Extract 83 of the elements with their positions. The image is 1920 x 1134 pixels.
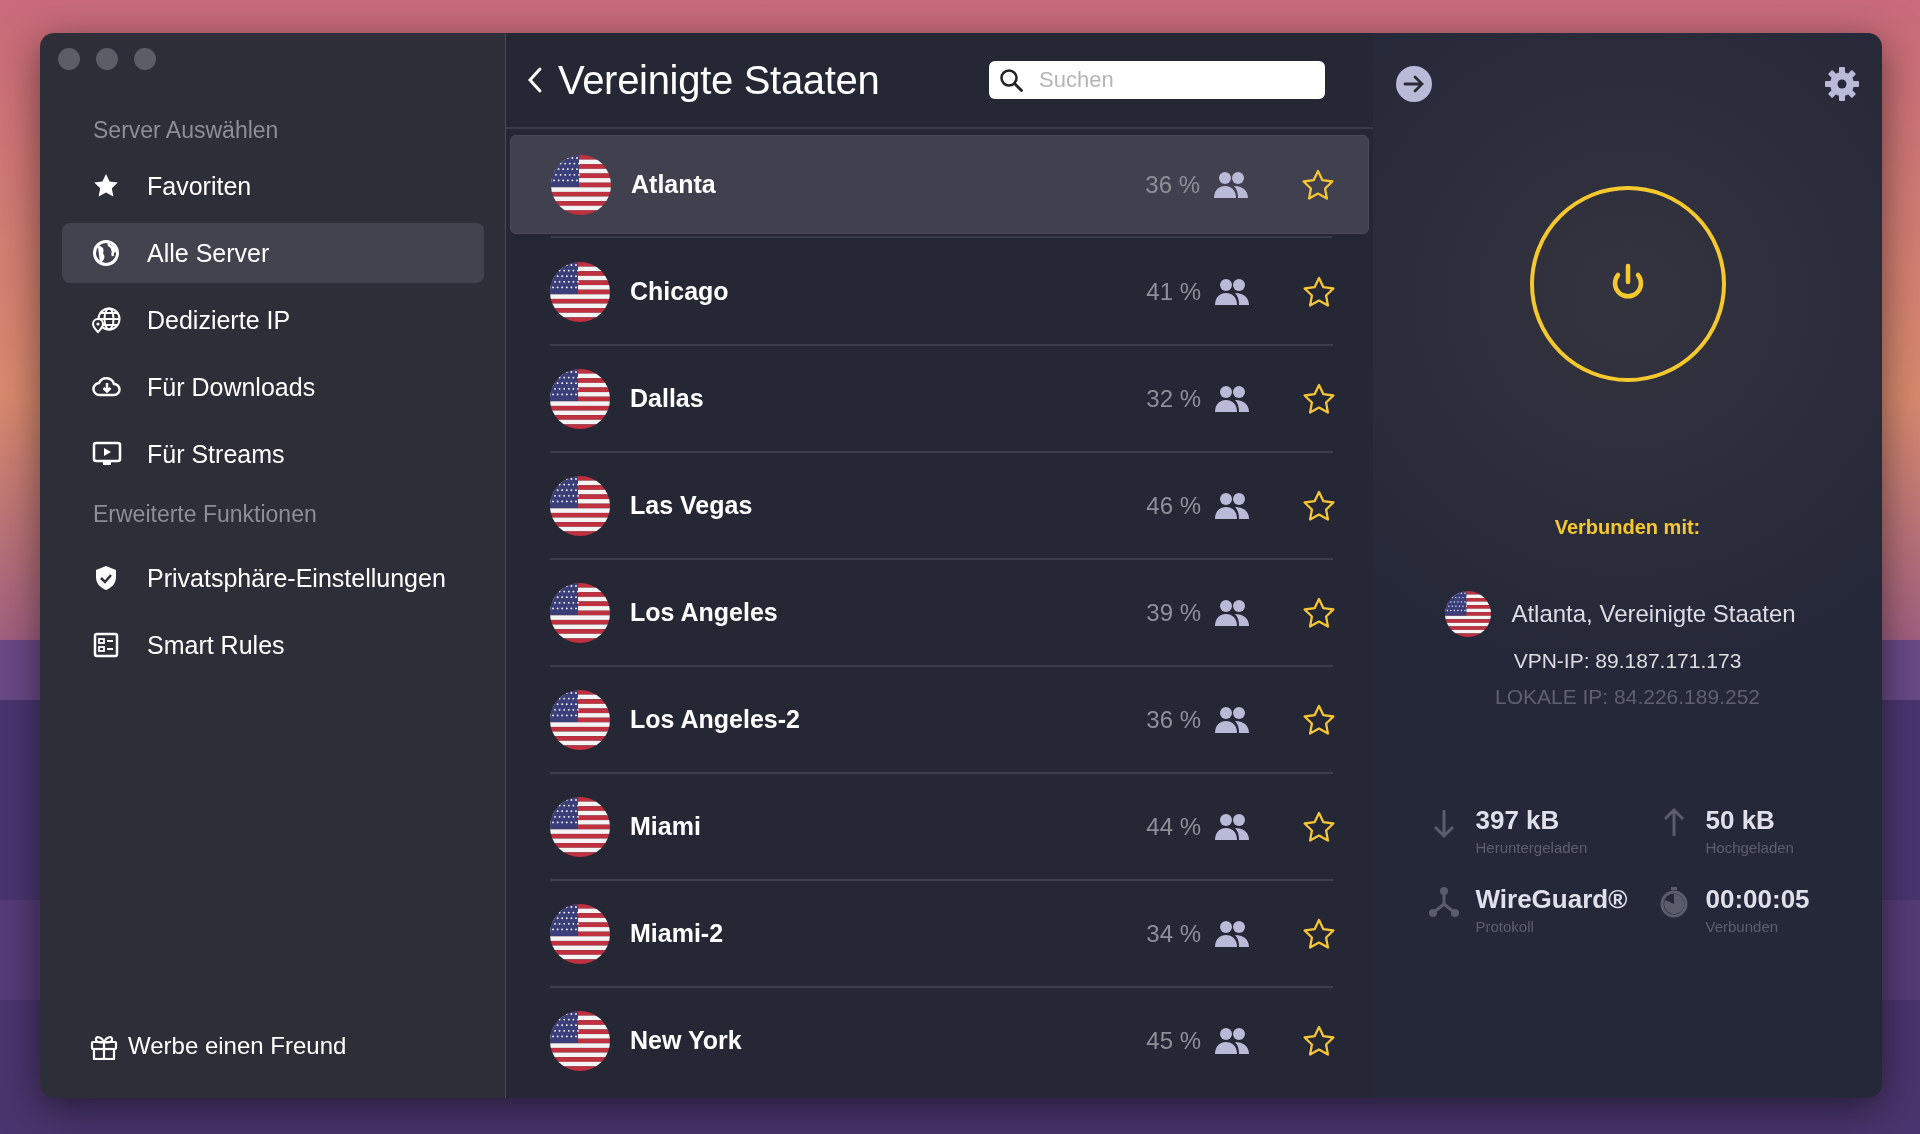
globe-pin-icon [92,306,122,334]
people-icon [1212,169,1250,200]
flag-icon [550,368,610,429]
monitor-play-icon [92,440,122,468]
section-heading: Server Auswählen [92,115,280,145]
power-button[interactable] [1529,186,1726,382]
flag-icon [550,475,610,536]
server-name: Chicago [630,277,730,306]
stat-label: Heruntergeladen [1475,839,1588,856]
back-button[interactable] [526,66,544,94]
server-name: Los Angeles [630,598,779,627]
sidebar-item[interactable]: Smart Rules [62,615,285,675]
server-load: 32 % [1146,384,1201,413]
server-name: Miami [630,812,702,841]
sidebar-item[interactable]: Dedizierte IP [62,290,291,350]
favorite-star-button[interactable] [1301,381,1337,416]
people-icon [1213,597,1251,628]
chevron-left-icon [526,66,544,94]
sidebar-item[interactable]: Für Streams [62,424,285,484]
server-name: Dallas [630,384,705,413]
sidebar-item[interactable]: Favoriten [62,156,252,216]
server-load: 46 % [1146,491,1201,520]
settings-button[interactable] [1824,66,1860,102]
people-icon [1213,490,1251,521]
flag-icon [550,903,610,964]
server-name: Los Angeles-2 [630,705,801,734]
stat-value: 50 kB [1705,805,1776,836]
settings-icon [1824,66,1860,102]
stat-value: WireGuard® [1475,884,1628,915]
vpn-ip-text: VPN-IP: 89.187.171.173 [1513,649,1742,673]
server-name: New York [630,1026,743,1055]
favorite-star-button[interactable] [1301,488,1337,523]
server-row[interactable]: New York 45 % [510,991,1369,1090]
favorite-star-button[interactable] [1301,1023,1337,1058]
location-text: Atlanta, Vereinigte Staaten [1511,600,1796,628]
favorite-star-button[interactable] [1301,274,1337,309]
page-title: Vereinigte Staaten [558,57,881,103]
collapse-button[interactable] [1396,66,1432,102]
flag-icon [1445,591,1492,637]
server-name: Atlanta [631,170,717,199]
server-load: 36 % [1146,705,1201,734]
flag-icon [550,261,610,322]
stat-label: Hochgeladen [1705,839,1794,856]
referral-link[interactable]: Werbe einen Freund [90,1032,347,1060]
favorite-star-button[interactable] [1300,167,1336,202]
sidebar-item[interactable]: Privatsphäre-Einstellungen [62,548,446,608]
status-heading: Verbunden mit: [1554,516,1701,539]
flag-icon [550,1010,610,1071]
server-load: 41 % [1146,277,1201,306]
people-icon [1213,1025,1251,1056]
favorite-star-button[interactable] [1301,595,1337,630]
flag-icon [551,154,611,215]
server-name: Las Vegas [630,491,754,520]
globe-icon [92,239,122,267]
people-icon [1213,811,1251,842]
people-icon [1213,704,1251,735]
search-field[interactable]: Suchen [989,61,1325,99]
stat-value: 00:00:05 [1705,884,1810,915]
server-load: 39 % [1146,598,1201,627]
favorite-star-button[interactable] [1301,809,1337,844]
sidebar-item[interactable]: Für Downloads [62,357,316,417]
flag-icon [550,796,610,857]
sidebar-item[interactable]: Alle Server [62,223,484,283]
server-name: Miami-2 [630,919,725,948]
people-icon [1213,383,1251,414]
network-icon [1427,886,1460,918]
section-heading: Erweiterte Funktionen [92,499,318,529]
flag-icon [550,582,610,643]
server-load: 34 % [1146,919,1201,948]
server-load: 45 % [1146,1026,1201,1055]
local-ip-text: LOKALE IP: 84.226.189.252 [1494,685,1760,709]
stat-label: Verbunden [1705,918,1780,935]
favorite-star-button[interactable] [1301,916,1337,951]
people-icon [1213,276,1251,307]
server-load: 36 % [1145,170,1200,199]
favorite-star-button[interactable] [1301,702,1337,737]
flag-icon [550,689,610,750]
stat-value: 397 kB [1475,805,1561,836]
stat-label: Protokoll [1475,918,1535,935]
server-load: 44 % [1146,812,1201,841]
arrow-right-icon [1396,66,1432,102]
people-icon [1213,918,1251,949]
search-icon [999,68,1023,92]
